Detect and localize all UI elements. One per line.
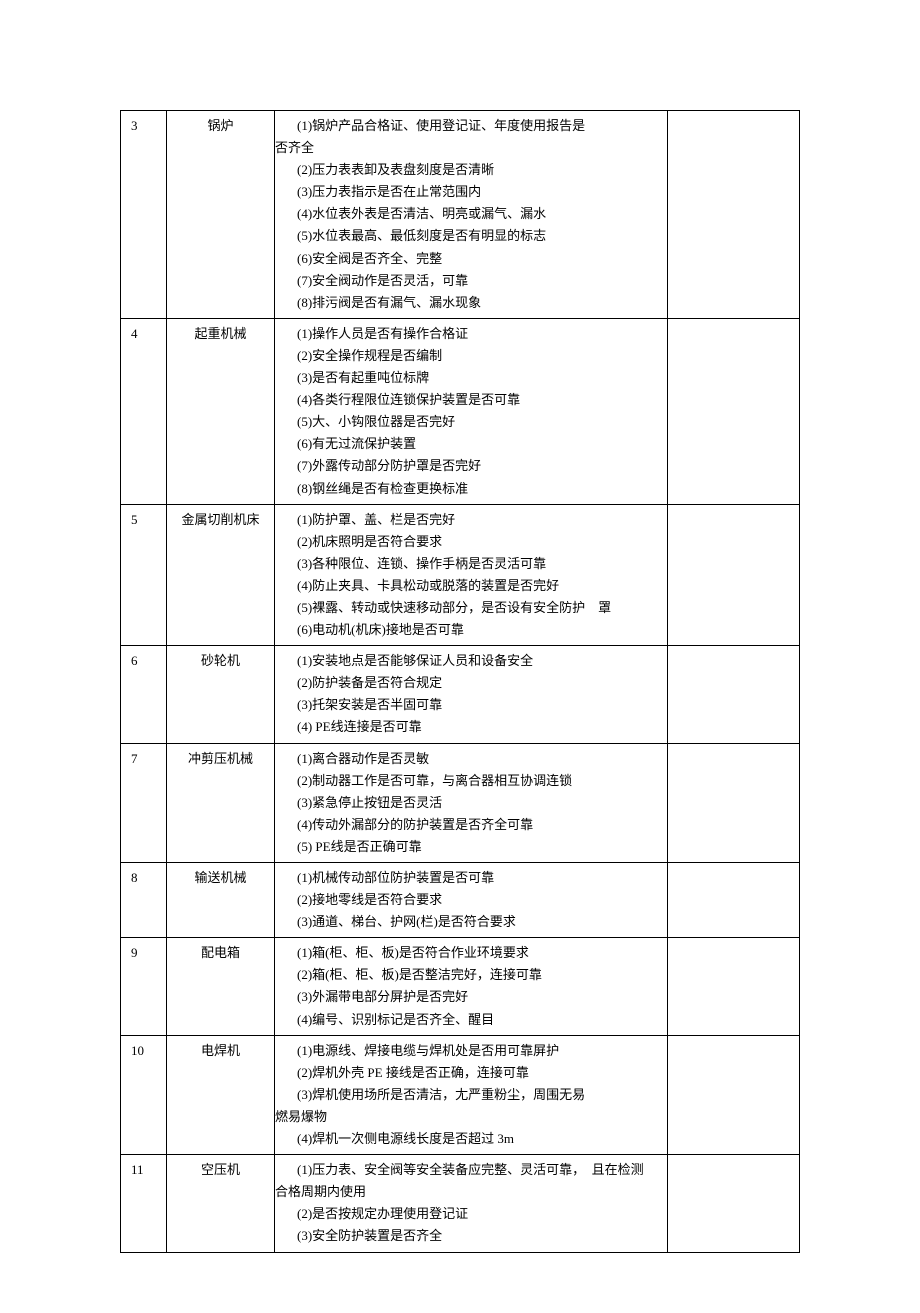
inspection-item: (8)钢丝绳是否有检查更换标准 [297, 478, 661, 500]
inspection-item: (2)制动器工作是否可靠，与离合器相互协调连锁 [297, 770, 661, 792]
inspection-item: (2)是否按规定办理使用登记证 [297, 1203, 661, 1225]
equipment-name: 冲剪压机械 [167, 743, 275, 862]
inspection-table: 3锅炉(1)锅炉产品合格证、使用登记证、年度使用报告是否齐全(2)压力表表卸及表… [120, 110, 800, 1253]
inspection-item: (2)压力表表卸及表盘刻度是否清晰 [297, 159, 661, 181]
inspection-item: (1)压力表、安全阀等安全装备应完整、灵活可靠， 且在检测 [297, 1159, 661, 1181]
inspection-item: (2)机床照明是否符合要求 [297, 531, 661, 553]
inspection-item: (1)操作人员是否有操作合格证 [297, 323, 661, 345]
remark-cell [668, 646, 800, 743]
inspection-item: (4)水位表外表是否清洁、明亮或漏气、漏水 [297, 203, 661, 225]
inspection-item: (1)锅炉产品合格证、使用登记证、年度使用报告是 [297, 115, 661, 137]
remark-cell [668, 1035, 800, 1154]
inspection-item: (1)防护罩、盖、栏是否完好 [297, 509, 661, 531]
row-number: 3 [121, 111, 167, 319]
inspection-item: 合格周期内使用 [275, 1181, 661, 1203]
inspection-items: (1)压力表、安全阀等安全装备应完整、灵活可靠， 且在检测合格周期内使用(2)是… [275, 1155, 668, 1252]
row-number: 5 [121, 504, 167, 646]
inspection-item: (5)大、小钩限位器是否完好 [297, 411, 661, 433]
table-row: 3锅炉(1)锅炉产品合格证、使用登记证、年度使用报告是否齐全(2)压力表表卸及表… [121, 111, 800, 319]
inspection-item: (5)水位表最高、最低刻度是否有明显的标志 [297, 225, 661, 247]
inspection-item: (7)外露传动部分防护罩是否完好 [297, 455, 661, 477]
inspection-item: (1)机械传动部位防护装置是否可靠 [297, 867, 661, 889]
remark-cell [668, 111, 800, 319]
inspection-item: (3)各种限位、连锁、操作手柄是否灵活可靠 [297, 553, 661, 575]
inspection-item: (2)接地零线是否符合要求 [297, 889, 661, 911]
inspection-item: (6)安全阀是否齐全、完整 [297, 248, 661, 270]
equipment-name: 空压机 [167, 1155, 275, 1252]
inspection-item: (3)托架安装是否半固可靠 [297, 694, 661, 716]
inspection-items: (1)锅炉产品合格证、使用登记证、年度使用报告是否齐全(2)压力表表卸及表盘刻度… [275, 111, 668, 319]
row-number: 4 [121, 318, 167, 504]
inspection-item: (3)安全防护装置是否齐全 [297, 1225, 661, 1247]
equipment-name: 配电箱 [167, 938, 275, 1035]
inspection-item: (4)焊机一次侧电源线长度是否超过 3m [297, 1128, 661, 1150]
inspection-item: (1)箱(柜、柜、板)是否符合作业环境要求 [297, 942, 661, 964]
inspection-item: (5) PE线是否正确可靠 [297, 836, 661, 858]
inspection-items: (1)离合器动作是否灵敏(2)制动器工作是否可靠，与离合器相互协调连锁(3)紧急… [275, 743, 668, 862]
inspection-item: (4)防止夹具、卡具松动或脱落的装置是否完好 [297, 575, 661, 597]
inspection-item: (2)焊机外壳 PE 接线是否正确，连接可靠 [297, 1062, 661, 1084]
inspection-item: 否齐全 [275, 137, 661, 159]
inspection-items: (1)防护罩、盖、栏是否完好(2)机床照明是否符合要求(3)各种限位、连锁、操作… [275, 504, 668, 646]
inspection-item: (6)有无过流保护装置 [297, 433, 661, 455]
table-row: 5金属切削机床(1)防护罩、盖、栏是否完好(2)机床照明是否符合要求(3)各种限… [121, 504, 800, 646]
inspection-item: (6)电动机(机床)接地是否可靠 [297, 619, 661, 641]
remark-cell [668, 863, 800, 938]
table-row: 6砂轮机(1)安装地点是否能够保证人员和设备安全(2)防护装备是否符合规定(3)… [121, 646, 800, 743]
inspection-item: (3)焊机使用场所是否清洁，尢严重粉尘，周围无易 [297, 1084, 661, 1106]
inspection-item: (5)裸露、转动或快速移动部分，是否设有安全防护 罩 [297, 597, 661, 619]
row-number: 8 [121, 863, 167, 938]
inspection-item: (3)通道、梯台、护网(栏)是否符合要求 [297, 911, 661, 933]
remark-cell [668, 504, 800, 646]
inspection-item: (4)传动外漏部分的防护装置是否齐全可靠 [297, 814, 661, 836]
remark-cell [668, 743, 800, 862]
page: 3锅炉(1)锅炉产品合格证、使用登记证、年度使用报告是否齐全(2)压力表表卸及表… [0, 0, 920, 1313]
row-number: 7 [121, 743, 167, 862]
inspection-item: 燃易爆物 [275, 1106, 661, 1128]
inspection-item: (4)各类行程限位连锁保护装置是否可靠 [297, 389, 661, 411]
inspection-item: (4) PE线连接是否可靠 [297, 716, 661, 738]
equipment-name: 电焊机 [167, 1035, 275, 1154]
inspection-items: (1)操作人员是否有操作合格证(2)安全操作规程是否编制(3)是否有起重吨位标牌… [275, 318, 668, 504]
inspection-item: (3)是否有起重吨位标牌 [297, 367, 661, 389]
remark-cell [668, 938, 800, 1035]
inspection-item: (1)电源线、焊接电缆与焊机处是否用可靠屏护 [297, 1040, 661, 1062]
table-row: 4起重机械(1)操作人员是否有操作合格证(2)安全操作规程是否编制(3)是否有起… [121, 318, 800, 504]
remark-cell [668, 1155, 800, 1252]
table-row: 10电焊机(1)电源线、焊接电缆与焊机处是否用可靠屏护(2)焊机外壳 PE 接线… [121, 1035, 800, 1154]
inspection-items: (1)机械传动部位防护装置是否可靠(2)接地零线是否符合要求(3)通道、梯台、护… [275, 863, 668, 938]
inspection-items: (1)安装地点是否能够保证人员和设备安全(2)防护装备是否符合规定(3)托架安装… [275, 646, 668, 743]
table-row: 7冲剪压机械(1)离合器动作是否灵敏(2)制动器工作是否可靠，与离合器相互协调连… [121, 743, 800, 862]
equipment-name: 起重机械 [167, 318, 275, 504]
inspection-item: (1)安装地点是否能够保证人员和设备安全 [297, 650, 661, 672]
inspection-item: (2)安全操作规程是否编制 [297, 345, 661, 367]
equipment-name: 金属切削机床 [167, 504, 275, 646]
inspection-items: (1)箱(柜、柜、板)是否符合作业环境要求(2)箱(柜、柜、板)是否整洁完好，连… [275, 938, 668, 1035]
inspection-item: (2)箱(柜、柜、板)是否整洁完好，连接可靠 [297, 964, 661, 986]
inspection-item: (3)外漏带电部分屏护是否完好 [297, 986, 661, 1008]
table-row: 9配电箱(1)箱(柜、柜、板)是否符合作业环境要求(2)箱(柜、柜、板)是否整洁… [121, 938, 800, 1035]
inspection-item: (1)离合器动作是否灵敏 [297, 748, 661, 770]
inspection-items: (1)电源线、焊接电缆与焊机处是否用可靠屏护(2)焊机外壳 PE 接线是否正确，… [275, 1035, 668, 1154]
inspection-item: (2)防护装备是否符合规定 [297, 672, 661, 694]
inspection-item: (7)安全阀动作是否灵活，可靠 [297, 270, 661, 292]
row-number: 9 [121, 938, 167, 1035]
row-number: 6 [121, 646, 167, 743]
equipment-name: 砂轮机 [167, 646, 275, 743]
inspection-item: (4)编号、识别标记是否齐全、醒目 [297, 1009, 661, 1031]
remark-cell [668, 318, 800, 504]
table-row: 8输送机械(1)机械传动部位防护装置是否可靠(2)接地零线是否符合要求(3)通道… [121, 863, 800, 938]
inspection-item: (8)排污阀是否有漏气、漏水现象 [297, 292, 661, 314]
table-row: 11空压机(1)压力表、安全阀等安全装备应完整、灵活可靠， 且在检测合格周期内使… [121, 1155, 800, 1252]
equipment-name: 锅炉 [167, 111, 275, 319]
row-number: 10 [121, 1035, 167, 1154]
row-number: 11 [121, 1155, 167, 1252]
equipment-name: 输送机械 [167, 863, 275, 938]
inspection-item: (3)压力表指示是否在止常范围内 [297, 181, 661, 203]
inspection-item: (3)紧急停止按钮是否灵活 [297, 792, 661, 814]
